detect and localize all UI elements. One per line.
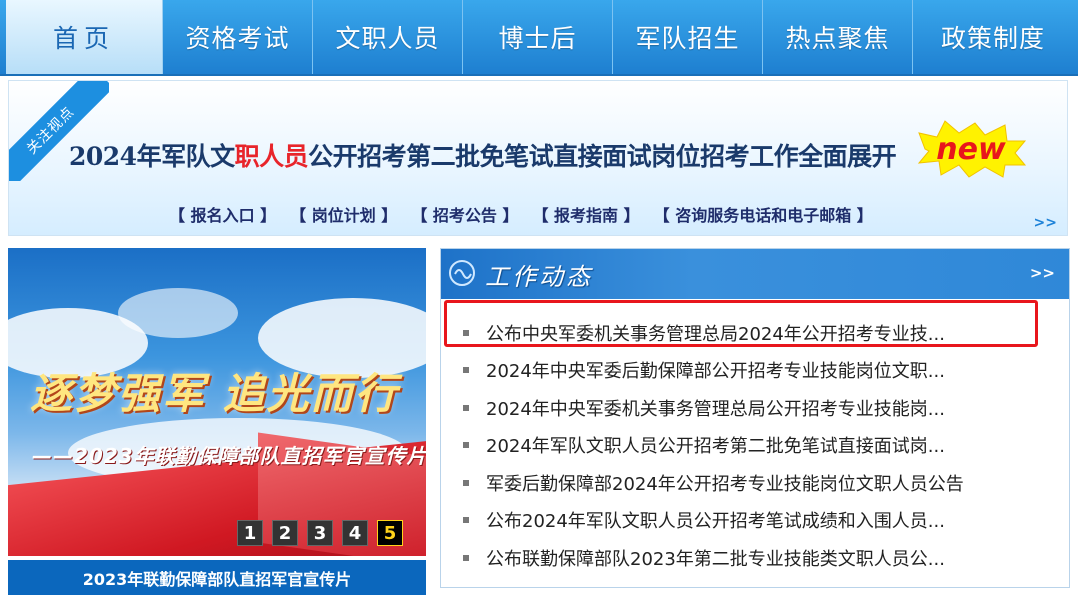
link-application-guide[interactable]: 【 报考指南 】 <box>532 202 639 226</box>
news-list: 公布中央军委机关事务管理总局2024年公开招考专业技... 2024年中央军委后… <box>463 314 1053 577</box>
top-nav: 首页 资格考试 文职人员 博士后 军队招生 热点聚焦 政策制度 <box>0 0 1078 76</box>
slide-page-button[interactable]: 3 <box>307 520 333 546</box>
bullet-icon <box>463 442 469 449</box>
featured-banner: 关注视点 2024年军队文职人员公开招考第二批免笔试直接面试岗位招考工作全面展开… <box>8 80 1068 236</box>
news-item[interactable]: 公布2024年军队文职人员公开招考笔试成绩和入围人员... <box>463 502 1053 540</box>
news-item-text: 2024年中央军委机关事务管理总局公开招考专业技能岗... <box>486 398 945 420</box>
nav-item-hot-topics[interactable]: 热点聚焦 <box>763 0 913 74</box>
news-more-link[interactable]: >> <box>1030 264 1055 282</box>
news-panel-title: 工作动态 <box>485 263 593 291</box>
badge-text: new <box>936 132 1006 167</box>
news-item[interactable]: 军委后勤保障部2024年公开招考专业技能岗位文职人员公告 <box>463 464 1053 502</box>
nav-item-qualification-exam[interactable]: 资格考试 <box>163 0 313 74</box>
bullet-icon <box>463 367 469 374</box>
nav-item-postdoc[interactable]: 博士后 <box>463 0 613 74</box>
banner-more-link[interactable]: >> <box>1034 215 1057 231</box>
headline-part-1: 2024年军队文 <box>69 142 235 171</box>
news-item-text: 军委后勤保障部2024年公开招考专业技能岗位文职人员公告 <box>486 473 964 495</box>
promo-slideshow[interactable]: 逐梦强军 追光而行 ——2023年联勤保障部队直招军官宣传片 1 2 3 4 5 <box>8 248 426 556</box>
slide-page-button-active[interactable]: 5 <box>377 520 403 546</box>
link-position-plan[interactable]: 【 岗位计划 】 <box>290 202 397 226</box>
news-item-text: 2024年军队文职人员公开招考第二批免笔试直接面试岗... <box>486 436 945 458</box>
bullet-icon <box>463 517 469 524</box>
news-item[interactable]: 2024年中央军委机关事务管理总局公开招考专业技能岗... <box>463 389 1053 427</box>
news-panel-header: 工作动态 >> <box>441 249 1069 299</box>
cloud-shape <box>118 288 238 338</box>
news-item[interactable]: 2024年军队文职人员公开招考第二批免笔试直接面试岗... <box>463 427 1053 465</box>
slide-slogan: 逐梦强军 追光而行 <box>30 369 399 418</box>
bullet-icon <box>463 329 469 336</box>
link-registration[interactable]: 【 报名入口 】 <box>169 202 276 226</box>
nav-item-military-enrollment[interactable]: 军队招生 <box>613 0 763 74</box>
news-item-text: 公布联勤保障部队2023年第二批专业技能类文职人员公... <box>486 548 945 570</box>
headline-part-2: 公开招考第二批免笔试直接面试岗位招考工作全面展开 <box>308 142 897 171</box>
link-consulting-contact[interactable]: 【 咨询服务电话和电子邮箱 】 <box>654 202 873 226</box>
nav-item-civilian-staff[interactable]: 文职人员 <box>313 0 463 74</box>
bullet-icon <box>463 554 469 561</box>
link-recruitment-notice[interactable]: 【 招考公告 】 <box>411 202 518 226</box>
news-item-text: 公布中央军委机关事务管理总局2024年公开招考专业技... <box>486 323 945 345</box>
bullet-icon <box>463 404 469 411</box>
news-item-text: 公布2024年军队文职人员公开招考笔试成绩和入围人员... <box>486 511 945 533</box>
new-badge-icon: new <box>917 120 1027 178</box>
bullet-icon <box>463 479 469 486</box>
slide-subtitle: ——2023年联勤保障部队直招军官宣传片 <box>32 444 426 468</box>
news-item[interactable]: 公布中央军委机关事务管理总局2024年公开招考专业技... <box>463 314 1053 352</box>
nav-item-home[interactable]: 首页 <box>6 0 163 74</box>
slide-page-button[interactable]: 1 <box>237 520 263 546</box>
news-item[interactable]: 2024年中央军委后勤保障部公开招考专业技能岗位文职... <box>463 352 1053 390</box>
slide-pager: 1 2 3 4 5 <box>237 520 412 546</box>
headline-highlight: 职人员 <box>234 142 309 171</box>
news-panel: 工作动态 >> 公布中央军委机关事务管理总局2024年公开招考专业技... 20… <box>440 248 1070 588</box>
banner-headline[interactable]: 2024年军队文职人员公开招考第二批免笔试直接面试岗位招考工作全面展开 <box>69 137 897 173</box>
slide-caption[interactable]: 2023年联勤保障部队直招军官宣传片 <box>8 560 426 595</box>
news-item[interactable]: 公布联勤保障部队2023年第二批专业技能类文职人员公... <box>463 539 1053 577</box>
cloud-ornament-icon <box>449 260 475 286</box>
slide-page-button[interactable]: 4 <box>342 520 368 546</box>
slide-page-button[interactable]: 2 <box>272 520 298 546</box>
news-item-text: 2024年中央军委后勤保障部公开招考专业技能岗位文职... <box>486 361 945 383</box>
nav-item-policy[interactable]: 政策制度 <box>913 0 1073 74</box>
quick-links: 【 报名入口 】 【 岗位计划 】 【 招考公告 】 【 报考指南 】 【 咨询… <box>169 202 887 226</box>
